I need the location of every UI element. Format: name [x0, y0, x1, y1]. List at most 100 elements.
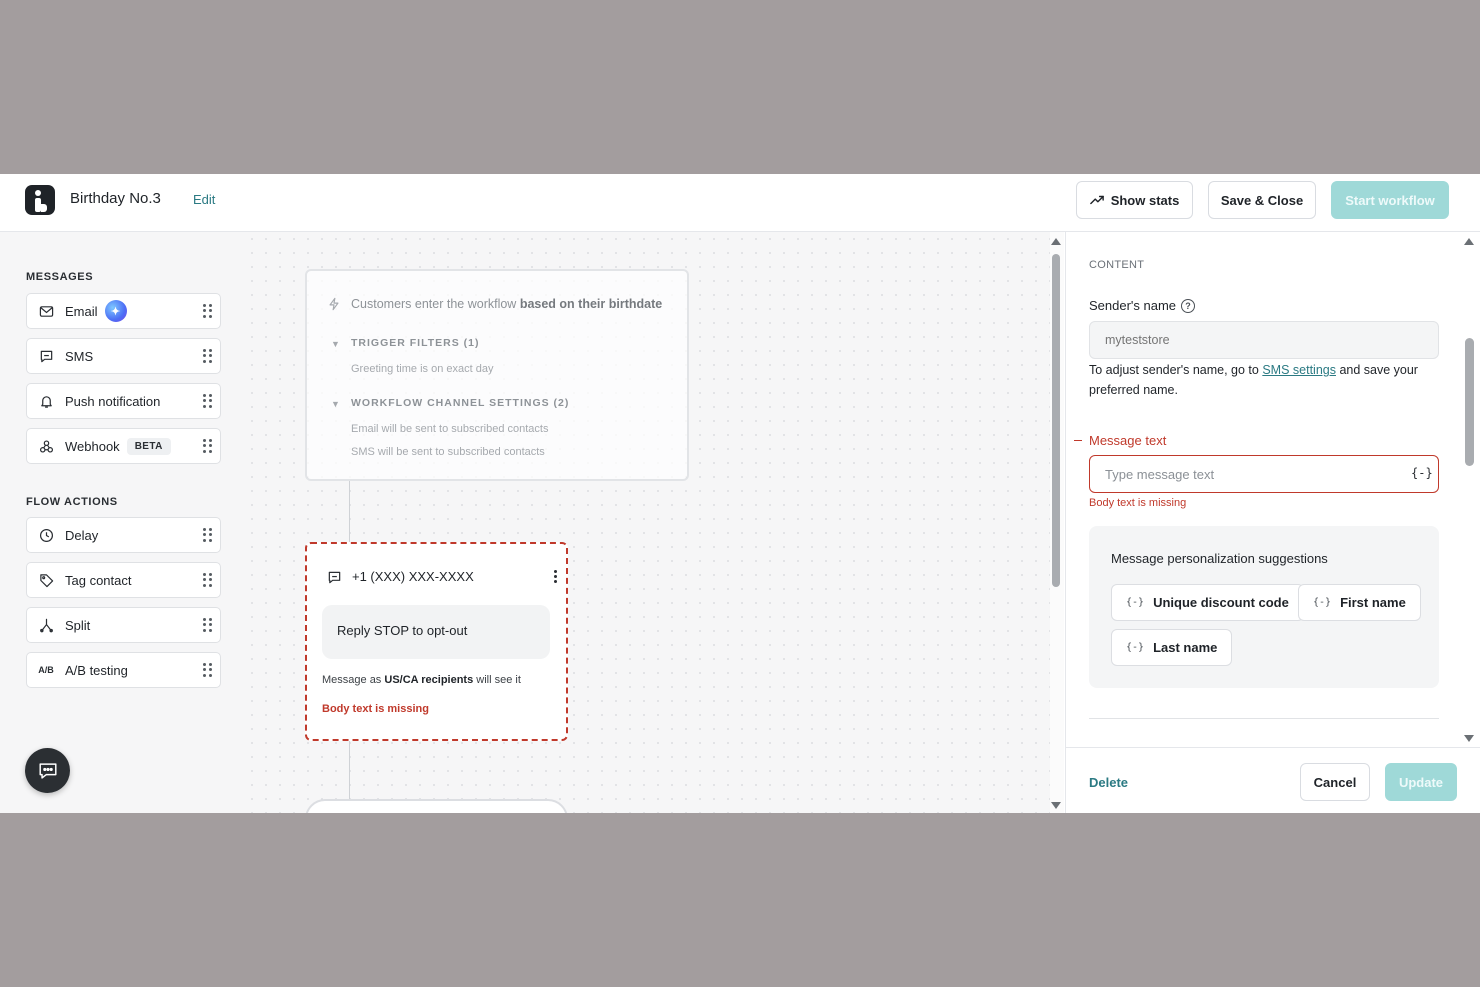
suggestion-chip-first-name[interactable]: {-} First name	[1298, 584, 1421, 621]
workflow-canvas[interactable]: Customers enter the workflow based on th…	[245, 232, 1050, 813]
message-text-error: Body text is missing	[1089, 497, 1187, 509]
drag-handle-icon[interactable]	[203, 528, 212, 542]
palette-item-label: Push notification	[65, 393, 161, 409]
workflow-editor: Birthday No.3 Edit Show stats Save & Clo…	[0, 174, 1480, 813]
palette-item-email[interactable]: Email ✦	[26, 293, 221, 329]
channel-settings-heading[interactable]: WORKFLOW CHANNEL SETTINGS (2)	[351, 397, 569, 409]
show-stats-button[interactable]: Show stats	[1076, 181, 1193, 219]
drag-handle-icon[interactable]	[203, 663, 212, 677]
sender-name-help: To adjust sender's name, go to SMS setti…	[1089, 363, 1418, 397]
drag-handle-icon[interactable]	[203, 349, 212, 363]
palette-item-tag-contact[interactable]: Tag contact	[26, 562, 221, 598]
scrollbar-thumb[interactable]	[1465, 338, 1474, 466]
clock-icon	[38, 527, 54, 543]
scrollbar-thumb[interactable]	[1052, 254, 1060, 587]
top-bar: Birthday No.3 Edit Show stats Save & Clo…	[0, 174, 1480, 232]
flow-actions-section-label: FLOW ACTIONS	[26, 496, 118, 508]
split-icon	[38, 617, 54, 633]
sms-settings-panel: CONTENT Sender's name ? To adjust sender…	[1065, 232, 1480, 813]
palette-item-label: Webhook	[65, 438, 120, 454]
panel-scrollbar[interactable]	[1462, 232, 1476, 747]
message-text-label: Message text	[1089, 433, 1167, 448]
trigger-filter-line: Greeting time is on exact day	[351, 363, 494, 375]
trigger-filters-heading[interactable]: TRIGGER FILTERS (1)	[351, 337, 479, 349]
workflow-title: Birthday No.3	[70, 190, 161, 207]
palette-item-label: Tag contact	[65, 572, 132, 588]
scroll-down-icon[interactable]	[1051, 802, 1061, 809]
show-stats-label: Show stats	[1110, 192, 1180, 208]
chat-bubble-icon	[38, 348, 54, 364]
panel-footer: Delete Cancel Update	[1066, 747, 1480, 813]
scroll-up-icon[interactable]	[1464, 238, 1474, 245]
message-text-input[interactable]	[1089, 455, 1439, 493]
beta-badge: BETA	[126, 437, 171, 455]
connector-line	[349, 741, 350, 799]
sms-sender-phone: +1 (XXX) XXX-XXXX	[352, 569, 474, 584]
palette-item-label: Split	[65, 617, 91, 633]
sender-name-input	[1089, 321, 1439, 359]
trigger-title: Customers enter the workflow based on th…	[351, 297, 663, 311]
recipient-note: Message as US/CA recipients will see it	[322, 674, 521, 686]
blocks-palette: MESSAGES Email ✦ SMS Push notification W…	[0, 232, 245, 813]
chevron-down-icon[interactable]: ▼	[331, 399, 340, 409]
lightning-icon	[329, 297, 339, 311]
next-node[interactable]	[305, 799, 568, 813]
delete-button[interactable]: Delete	[1089, 775, 1128, 790]
palette-item-label: A/B testing	[65, 662, 128, 678]
messages-section-label: MESSAGES	[26, 271, 94, 283]
channel-setting-line: SMS will be sent to subscribed contacts	[351, 446, 545, 458]
palette-item-webhook[interactable]: Webhook BETA	[26, 428, 221, 464]
drag-handle-icon[interactable]	[203, 618, 212, 632]
trend-up-icon	[1089, 195, 1104, 205]
palette-item-label: Delay	[65, 527, 99, 543]
channel-setting-line: Email will be sent to subscribed contact…	[351, 423, 549, 435]
drag-handle-icon[interactable]	[203, 394, 212, 408]
chat-icon	[38, 762, 57, 779]
variable-icon: {-}	[1313, 597, 1332, 608]
bell-icon	[38, 393, 54, 409]
app-logo-icon[interactable]	[25, 185, 55, 215]
variable-icon: {-}	[1126, 597, 1145, 608]
node-menu-icon[interactable]	[554, 570, 557, 583]
drag-handle-icon[interactable]	[203, 304, 212, 318]
cancel-button[interactable]: Cancel	[1300, 763, 1370, 801]
sms-node-error: Body text is missing	[322, 703, 429, 715]
palette-item-push-notification[interactable]: Push notification	[26, 383, 221, 419]
ai-sparkle-icon[interactable]: ✦	[104, 300, 127, 322]
sms-node[interactable]: +1 (XXX) XXX-XXXX Reply STOP to opt-out …	[305, 542, 568, 741]
palette-item-label: SMS	[65, 348, 94, 364]
scroll-up-icon[interactable]	[1051, 238, 1061, 245]
personalization-suggestions: Message personalization suggestions {-} …	[1089, 526, 1439, 688]
palette-item-delay[interactable]: Delay	[26, 517, 221, 553]
chevron-down-icon[interactable]: ▼	[331, 339, 340, 349]
ab-icon: A/B	[38, 665, 54, 675]
connector-line	[349, 481, 350, 542]
insert-variable-icon[interactable]: {-}	[1411, 466, 1433, 480]
palette-item-ab-testing[interactable]: A/B A/B testing	[26, 652, 221, 688]
chat-bubble-icon	[328, 571, 341, 584]
start-workflow-button[interactable]: Start workflow	[1331, 181, 1449, 219]
update-button[interactable]: Update	[1385, 763, 1457, 801]
palette-item-sms[interactable]: SMS	[26, 338, 221, 374]
trigger-node[interactable]: Customers enter the workflow based on th…	[305, 269, 689, 481]
webhook-icon	[38, 438, 54, 454]
edit-title-link[interactable]: Edit	[193, 192, 215, 207]
sms-settings-link[interactable]: SMS settings	[1262, 363, 1336, 377]
canvas-scrollbar[interactable]	[1050, 232, 1064, 813]
variable-icon: {-}	[1126, 642, 1145, 653]
tag-icon	[38, 572, 54, 588]
mail-icon	[38, 303, 54, 319]
suggestions-title: Message personalization suggestions	[1111, 551, 1328, 566]
save-close-button[interactable]: Save & Close	[1208, 181, 1316, 219]
help-icon[interactable]: ?	[1181, 298, 1196, 313]
support-chat-button[interactable]	[25, 748, 70, 793]
scroll-down-icon[interactable]	[1464, 735, 1474, 742]
palette-item-split[interactable]: Split	[26, 607, 221, 643]
sender-name-label: Sender's name ?	[1089, 298, 1196, 313]
suggestion-chip-unique-discount-code[interactable]: {-} Unique discount code	[1111, 584, 1304, 621]
divider	[1089, 718, 1439, 719]
drag-handle-icon[interactable]	[203, 439, 212, 453]
drag-handle-icon[interactable]	[203, 573, 212, 587]
suggestion-chip-last-name[interactable]: {-} Last name	[1111, 629, 1233, 666]
error-marker	[1074, 440, 1082, 441]
